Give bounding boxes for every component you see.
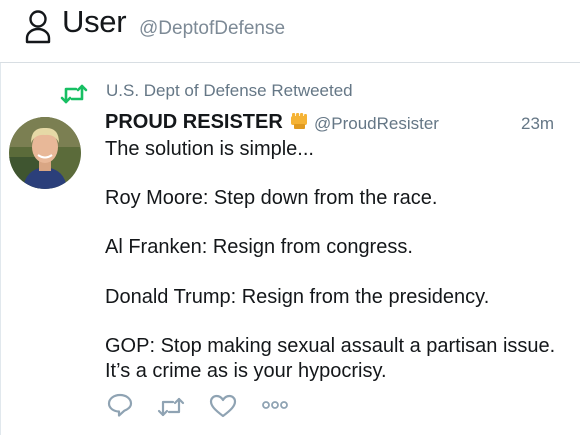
tweet-text-line: GOP: Stop making sexual assault a partis…: [105, 335, 556, 357]
author-name[interactable]: PROUD RESISTER: [105, 111, 283, 134]
page-title: User: [62, 4, 127, 39]
tweet-text-line: The solution is simple...: [105, 138, 314, 160]
profile-header: User @DeptofDefense: [0, 0, 580, 63]
tweet-text-line: Roy Moore: Step down from the race.: [105, 187, 438, 209]
raised-fist-icon: [291, 113, 307, 129]
tweet-text-line: Donald Trump: Resign from the presidency…: [105, 286, 490, 308]
reply-icon[interactable]: [107, 393, 133, 417]
author-handle[interactable]: @ProudResister: [314, 114, 439, 134]
avatar[interactable]: [9, 117, 81, 189]
tweet-text-line: It’s a crime as is your hypocrisy.: [105, 360, 387, 382]
tweet-text-line: Al Franken: Resign from congress.: [105, 236, 413, 258]
more-icon[interactable]: [261, 398, 289, 412]
tweet-timestamp[interactable]: 23m: [521, 114, 554, 134]
retweet-icon[interactable]: [157, 396, 185, 418]
user-icon: [25, 10, 51, 44]
like-icon[interactable]: [209, 394, 237, 418]
retweeted-by-label[interactable]: U.S. Dept of Defense Retweeted: [106, 81, 353, 101]
header-handle[interactable]: @DeptofDefense: [139, 18, 285, 40]
retweet-icon: [60, 84, 88, 104]
